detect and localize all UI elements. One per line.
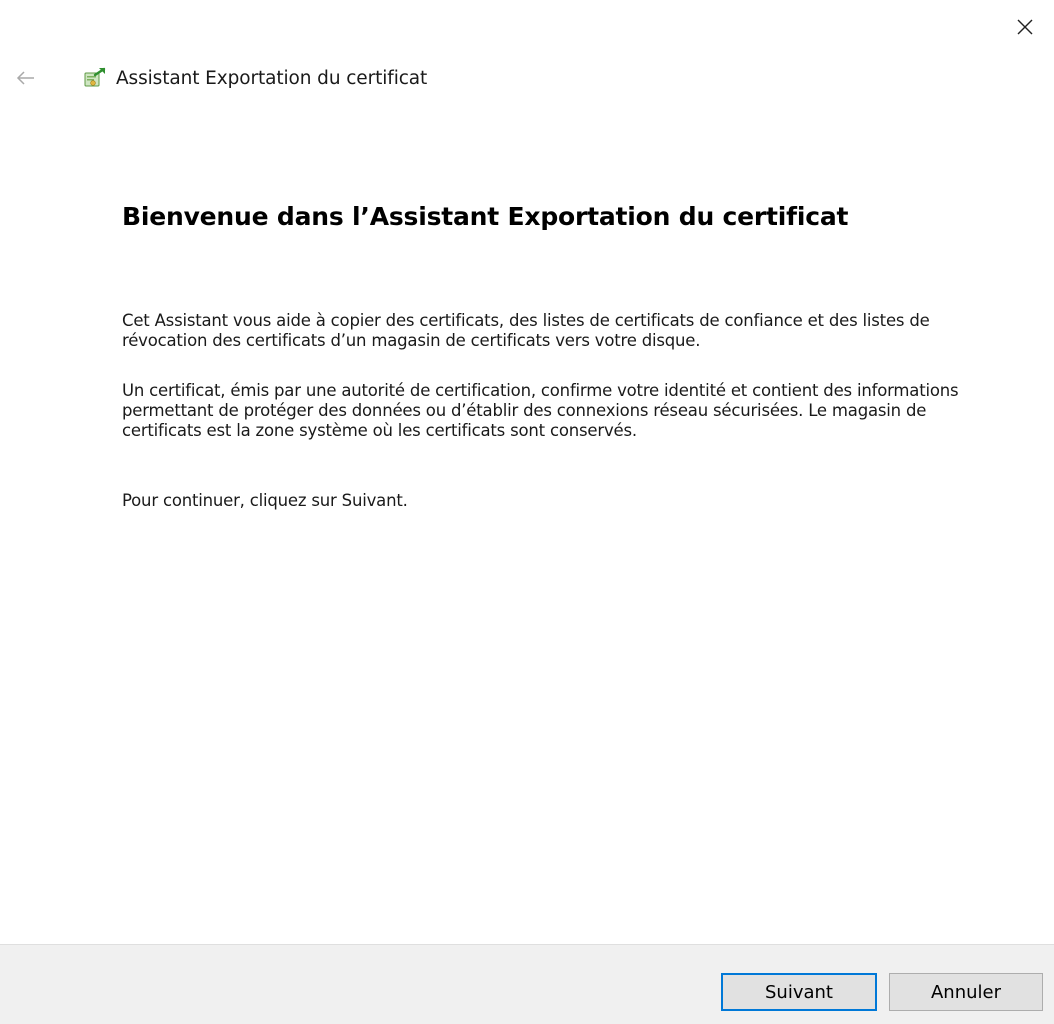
wizard-footer: Suivant Annuler: [0, 944, 1054, 1024]
wizard-title: Assistant Exportation du certificat: [116, 67, 428, 89]
certificate-description-paragraph: Un certificat, émis par une autorité de …: [122, 381, 959, 440]
next-button[interactable]: Suivant: [721, 973, 877, 1011]
close-icon: [1017, 19, 1033, 35]
close-button[interactable]: [1012, 14, 1038, 40]
continue-instruction: Pour continuer, cliquez sur Suivant.: [122, 491, 408, 510]
cancel-button[interactable]: Annuler: [889, 973, 1043, 1011]
intro-paragraph: Cet Assistant vous aide à copier des cer…: [122, 311, 930, 350]
certificate-wizard-icon: [82, 64, 112, 92]
back-button[interactable]: [16, 64, 52, 92]
wizard-content: Bienvenue dans l’Assistant Exportation d…: [122, 202, 1002, 511]
page-title: Bienvenue dans l’Assistant Exportation d…: [122, 202, 849, 231]
wizard-header: Assistant Exportation du certificat: [16, 64, 427, 92]
back-arrow-icon: [16, 71, 34, 85]
